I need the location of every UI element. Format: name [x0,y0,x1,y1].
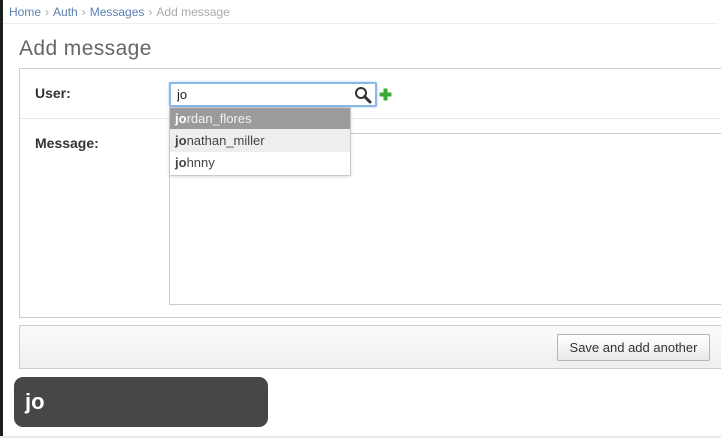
user-input-wrapper [169,82,377,107]
save-and-add-another-button[interactable]: Save and add another [557,334,710,361]
breadcrumb-separator: › [148,5,153,19]
breadcrumb: Home › Auth › Messages › Add message [3,0,718,24]
autocomplete-option[interactable]: jordan_flores [170,108,350,130]
page-title: Add message [19,37,152,60]
page: Home › Auth › Messages › Add message Add messa… [0,0,721,438]
autocomplete-rest-text: hnny [186,155,215,170]
breadcrumb-auth-link[interactable]: Auth [53,5,78,19]
add-icon[interactable] [379,88,392,101]
breadcrumb-current: Add message [156,5,230,19]
user-label: User: [35,85,71,101]
keystroke-overlay: jo [14,377,268,427]
user-autocomplete-input[interactable] [173,85,348,104]
autocomplete-option[interactable]: jonathan_miller [170,130,350,152]
screen-edge [0,0,3,438]
autocomplete-dropdown: jordan_flores jonathan_miller johnny [169,107,351,176]
submit-row: Save and add another [19,325,721,369]
message-form-row: Message: [20,120,721,318]
keystroke-overlay-text: jo [25,389,45,414]
autocomplete-match-text: jo [175,133,187,148]
message-form: User: Message: [19,68,721,318]
message-label: Message: [35,135,99,151]
autocomplete-rest-text: nathan_miller [186,133,265,148]
user-form-row: User: [20,69,721,119]
breadcrumb-separator: › [45,5,50,19]
breadcrumb-home-link[interactable]: Home [9,5,41,19]
autocomplete-match-text: jo [175,155,187,170]
breadcrumb-messages-link[interactable]: Messages [90,5,145,19]
autocomplete-rest-text: rdan_flores [186,111,252,126]
search-icon[interactable] [354,86,372,104]
autocomplete-match-text: jo [175,111,187,126]
breadcrumb-separator: › [81,5,86,19]
autocomplete-option[interactable]: johnny [170,152,350,174]
